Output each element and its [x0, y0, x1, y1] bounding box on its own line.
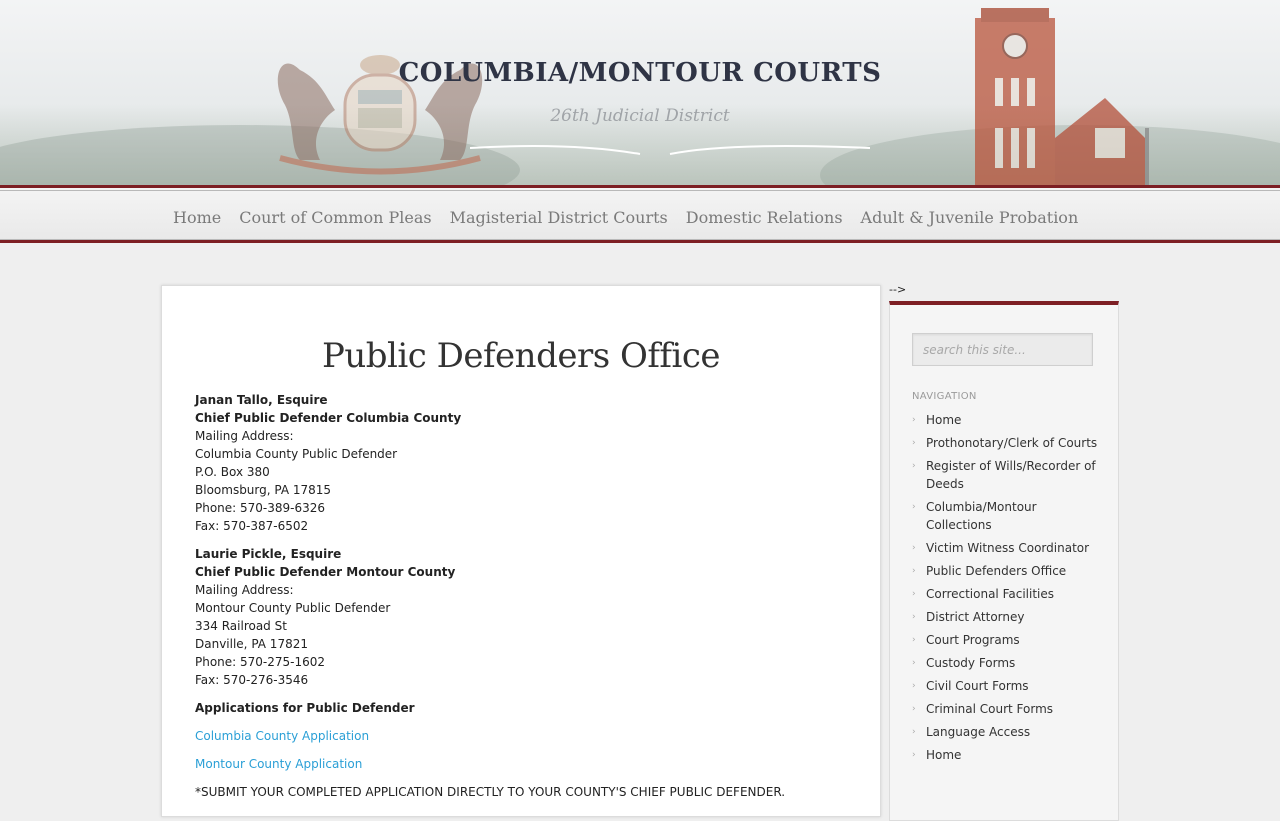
- montour-city: Danville, PA 17821: [195, 637, 308, 651]
- sidebar-nav-heading: NAVIGATION: [912, 391, 977, 402]
- columbia-city: Bloomsburg, PA 17815: [195, 483, 332, 497]
- sidebar-item-custody-forms[interactable]: › Custody Forms: [912, 654, 1102, 672]
- sidebar-item-district-attorney[interactable]: › District Attorney: [912, 608, 1102, 626]
- main-nav: Home Court of Common Pleas Magisterial D…: [0, 185, 1280, 243]
- sidebar-item-label: Civil Court Forms: [926, 679, 1029, 693]
- montour-street: 334 Railroad St: [195, 619, 287, 633]
- montour-defender-role: Chief Public Defender Montour County: [195, 565, 456, 579]
- columbia-contact: Janan Tallo, Esquire Chief Public Defend…: [195, 391, 855, 535]
- bullet-icon: ›: [912, 415, 916, 425]
- submission-note: *SUBMIT YOUR COMPLETED APPLICATION DIREC…: [195, 785, 786, 799]
- nav-adult-juvenile-probation[interactable]: Adult & Juvenile Probation: [852, 208, 1088, 227]
- site-title[interactable]: COLUMBIA/MONTOUR COURTS: [380, 58, 900, 88]
- sidebar-item-register-of-wills[interactable]: › Register of Wills/Recorder of Deeds: [912, 457, 1102, 493]
- applications-heading: Applications for Public Defender: [195, 701, 415, 715]
- sidebar-item-prothonotary[interactable]: › Prothonotary/Clerk of Courts: [912, 434, 1102, 452]
- montour-org: Montour County Public Defender: [195, 601, 391, 615]
- sidebar-item-language-access[interactable]: › Language Access: [912, 723, 1102, 741]
- columbia-defender-role: Chief Public Defender Columbia County: [195, 411, 462, 425]
- sidebar-nav-list: › Home › Prothonotary/Clerk of Courts › Reg…: [912, 411, 1102, 769]
- sidebar-item-label: Register of Wills/Recorder of Deeds: [926, 459, 1096, 491]
- montour-fax: Fax: 570-276-3546: [195, 673, 309, 687]
- content-box: Public Defenders Office Janan Tallo, Esq…: [161, 285, 881, 817]
- bullet-icon: ›: [912, 438, 916, 448]
- montour-application-link[interactable]: Montour County Application: [195, 755, 855, 773]
- sidebar-item-criminal-court-forms[interactable]: › Criminal Court Forms: [912, 700, 1102, 718]
- nav-domestic-relations[interactable]: Domestic Relations: [677, 208, 852, 227]
- sidebar-item-label: Court Programs: [926, 633, 1020, 647]
- columbia-defender-name: Janan Tallo, Esquire: [195, 393, 328, 407]
- site-subtitle: 26th Judicial District: [550, 106, 730, 126]
- bullet-icon: ›: [912, 543, 916, 553]
- sidebar-item-label: Language Access: [926, 725, 1031, 739]
- bullet-icon: ›: [912, 461, 916, 471]
- nav-court-of-common-pleas[interactable]: Court of Common Pleas: [230, 208, 440, 227]
- montour-mailing-label: Mailing Address:: [195, 583, 294, 597]
- sidebar-item-victim-witness[interactable]: › Victim Witness Coordinator: [912, 539, 1102, 557]
- montour-defender-name: Laurie Pickle, Esquire: [195, 547, 342, 561]
- sidebar-item-label: Home: [926, 413, 962, 427]
- site-header: COLUMBIA/MONTOUR COURTS 26th Judicial Di…: [0, 0, 1280, 185]
- sidebar-item-civil-court-forms[interactable]: › Civil Court Forms: [912, 677, 1102, 695]
- sidebar-item-label: Criminal Court Forms: [926, 702, 1054, 716]
- columbia-org: Columbia County Public Defender: [195, 447, 398, 461]
- sidebar-item-label: District Attorney: [926, 610, 1025, 624]
- bullet-icon: ›: [912, 750, 916, 760]
- sidebar-item-home[interactable]: › Home: [912, 411, 1102, 429]
- bullet-icon: ›: [912, 727, 916, 737]
- columbia-application-link[interactable]: Columbia County Application: [195, 727, 855, 745]
- sidebar-item-label: Home: [926, 748, 962, 762]
- bullet-icon: ›: [912, 566, 916, 576]
- sidebar-item-label: Custody Forms: [926, 656, 1016, 670]
- bullet-icon: ›: [912, 704, 916, 714]
- columbia-fax: Fax: 570-387-6502: [195, 519, 309, 533]
- page-title: Public Defenders Office: [321, 336, 721, 376]
- columbia-phone: Phone: 570-389-6326: [195, 501, 326, 515]
- sidebar-item-label: Columbia/Montour Collections: [926, 500, 1037, 532]
- sidebar-item-public-defenders[interactable]: › Public Defenders Office: [912, 562, 1102, 580]
- columbia-street: P.O. Box 380: [195, 465, 270, 479]
- sidebar-item-home-2[interactable]: › Home: [912, 746, 1102, 764]
- sidebar-item-label: Prothonotary/Clerk of Courts: [926, 436, 1098, 450]
- montour-phone: Phone: 570-275-1602: [195, 655, 326, 669]
- sidebar-item-label: Correctional Facilities: [926, 587, 1055, 601]
- sidebar-item-court-programs[interactable]: › Court Programs: [912, 631, 1102, 649]
- bullet-icon: ›: [912, 612, 916, 622]
- nav-home[interactable]: Home: [164, 208, 230, 227]
- main-nav-inner: Home Court of Common Pleas Magisterial D…: [0, 190, 1280, 240]
- bullet-icon: ›: [912, 635, 916, 645]
- sidebar-item-label: Public Defenders Office: [926, 564, 1067, 578]
- bullet-icon: ›: [912, 589, 916, 599]
- stray-comment-text: -->: [889, 283, 907, 296]
- nav-magisterial-district-courts[interactable]: Magisterial District Courts: [441, 208, 677, 227]
- sidebar-item-label: Victim Witness Coordinator: [926, 541, 1090, 555]
- columbia-mailing-label: Mailing Address:: [195, 429, 294, 443]
- title-swoosh-icon: [470, 145, 870, 155]
- bullet-icon: ›: [912, 658, 916, 668]
- sidebar-item-collections[interactable]: › Columbia/Montour Collections: [912, 498, 1102, 534]
- clock-tower-icon: [975, 8, 1149, 185]
- sidebar-item-correctional[interactable]: › Correctional Facilities: [912, 585, 1102, 603]
- search-input[interactable]: [912, 333, 1093, 366]
- bullet-icon: ›: [912, 502, 916, 512]
- montour-contact: Laurie Pickle, Esquire Chief Public Defe…: [195, 545, 855, 689]
- sidebar: NAVIGATION › Home › Prothonotary/Clerk of …: [889, 301, 1119, 821]
- page-body: Janan Tallo, Esquire Chief Public Defend…: [195, 391, 855, 801]
- bullet-icon: ›: [912, 681, 916, 691]
- main-nav-links: Home Court of Common Pleas Magisterial D…: [164, 208, 1087, 227]
